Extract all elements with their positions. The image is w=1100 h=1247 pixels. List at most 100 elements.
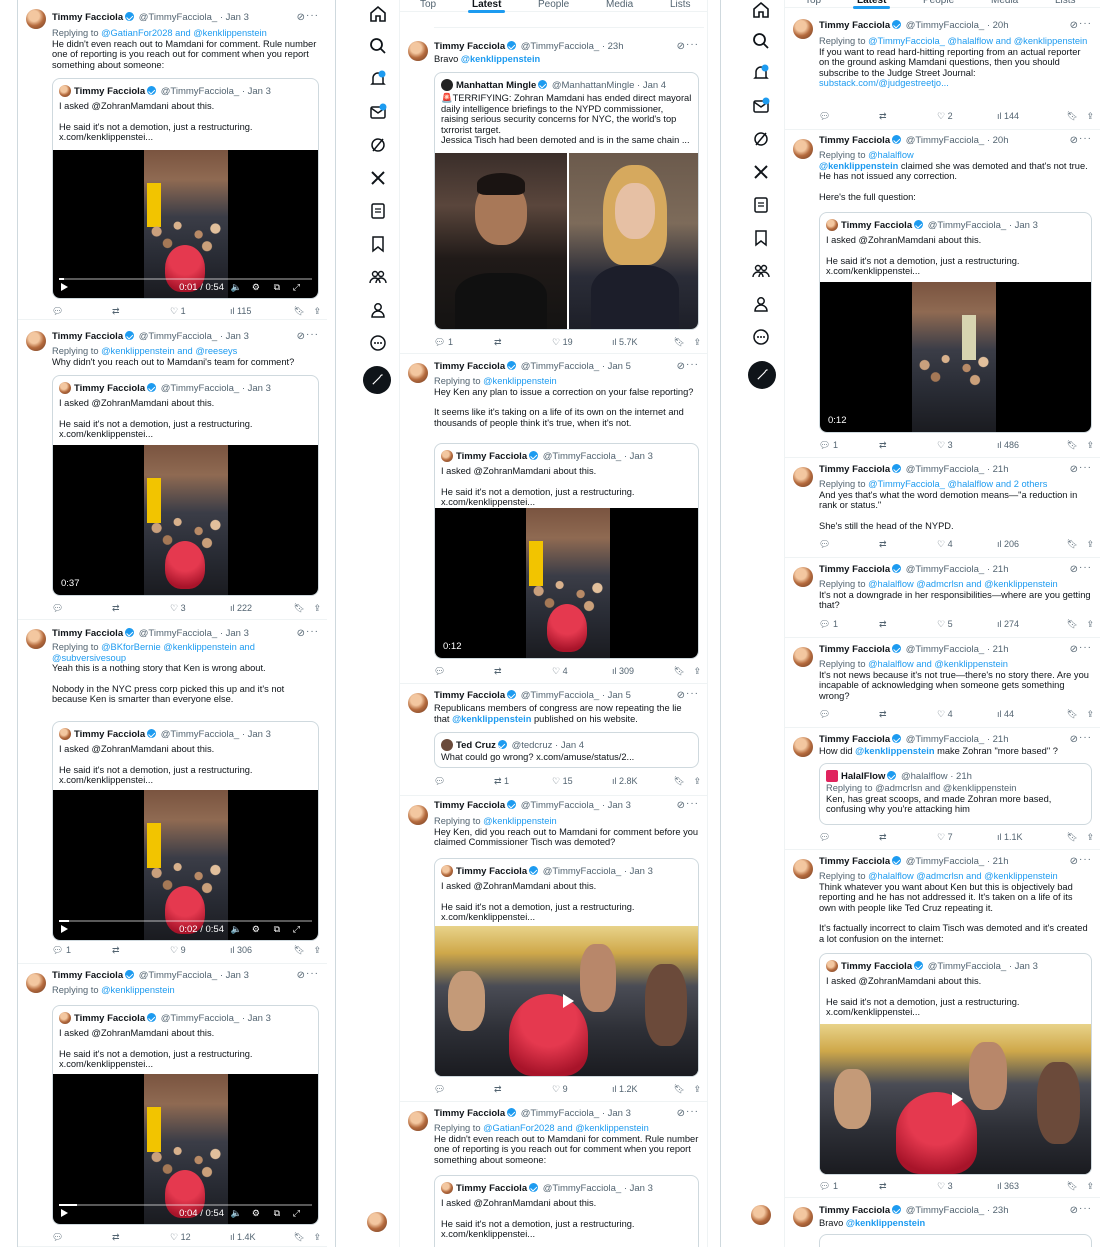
more-icon[interactable]: ··· [306, 626, 319, 637]
views-count[interactable]: ıl 486 [997, 440, 1019, 450]
retweet-icon[interactable]: ⇄ [879, 539, 887, 550]
tweet[interactable]: Timmy Facciola @TimmyFacciola_ · 20h ⊘ ··… [785, 10, 1100, 130]
author-handle[interactable]: @TimmyFacciola_ [139, 970, 217, 981]
author-handle[interactable]: @TimmyFacciola_ [906, 464, 984, 475]
like-button[interactable]: ♡ 3 [937, 1181, 953, 1192]
tab-top[interactable]: Top [420, 0, 436, 10]
tweet[interactable]: Timmy Facciola @TimmyFacciola_ · 21h ⊘ ··… [785, 638, 1100, 728]
author-name[interactable]: Timmy Facciola [434, 800, 505, 811]
author-name[interactable]: Timmy Facciola [434, 1108, 505, 1119]
video-progress[interactable] [59, 278, 312, 280]
share-icon[interactable]: ⇪ [693, 776, 701, 787]
grok-icon[interactable]: ⊘ [297, 628, 305, 639]
mention-link[interactable]: @kenklippenstein [846, 1218, 925, 1228]
more-icon[interactable]: ··· [306, 10, 319, 21]
like-button[interactable]: ♡ 7 [937, 832, 953, 843]
bookmark-icon[interactable]: 🔖︎ [674, 776, 685, 787]
more-icon[interactable]: ··· [1079, 462, 1092, 473]
explore-icon[interactable] [751, 31, 771, 51]
tweet[interactable]: Timmy Facciola @TimmyFacciola_ · 21h ⊘ ··… [785, 458, 1100, 558]
like-button[interactable]: ♡ 4 [937, 539, 953, 550]
views-count[interactable]: ıl 44 [997, 709, 1014, 719]
avatar[interactable] [793, 647, 813, 667]
reply-mentions[interactable]: @kenklippenstein [483, 376, 557, 386]
communities-icon[interactable] [368, 267, 388, 287]
lists-icon[interactable] [368, 201, 388, 221]
views-count[interactable]: ıl 1.1K [997, 832, 1023, 842]
mention-link[interactable]: @kenklippenstein [452, 714, 531, 724]
tweet[interactable]: Timmy Facciola @TimmyFacciola_ · Jan 3 ⊘… [400, 1102, 707, 1247]
author-name[interactable]: Timmy Facciola [819, 564, 890, 575]
play-icon[interactable] [951, 1092, 963, 1106]
quoted-tweet[interactable]: Timmy Facciola @TimmyFacciola_ · Jan 3 I… [52, 78, 319, 299]
tweet-date[interactable]: · 21h [987, 856, 1009, 867]
more-icon[interactable]: ··· [1079, 562, 1092, 573]
bookmark-icon[interactable]: 🔖︎ [294, 306, 305, 317]
reply-button[interactable]: 💬︎ 1 [52, 945, 71, 956]
mention-link[interactable]: @kenklippenstein [819, 161, 898, 171]
author-handle[interactable]: @TimmyFacciola_ [139, 331, 217, 342]
reply-button[interactable]: 💬︎ 1 [819, 1181, 838, 1192]
volume-icon[interactable]: 🔈 [231, 924, 242, 935]
share-icon[interactable]: ⇪ [1086, 440, 1094, 451]
pip-icon[interactable]: ⧉ [274, 924, 280, 935]
substack-link[interactable]: substack.com/@judgestreetjo... [819, 78, 1092, 89]
reply-mentions[interactable]: @halalflow [868, 150, 914, 160]
grok-icon[interactable]: ⊘ [1070, 20, 1078, 31]
quote-link[interactable]: x.com/kenklippenstei... [826, 1007, 1085, 1018]
grok-icon[interactable]: ⊘ [677, 361, 685, 372]
tweet-date[interactable]: · Jan 3 [220, 628, 249, 639]
pip-icon[interactable]: ⧉ [274, 282, 280, 293]
grok-icon[interactable]: ⊘ [1070, 464, 1078, 475]
bookmarks-icon[interactable] [751, 228, 771, 248]
quoted-tweet[interactable]: Timmy Facciola @TimmyFacciola_ · Jan 3 I… [52, 375, 319, 596]
reply-button[interactable]: 💬︎ 1 [819, 440, 838, 451]
mention-link[interactable]: @kenklippenstein [855, 746, 934, 756]
retweet-icon[interactable]: ⇄ [112, 945, 120, 956]
author-handle[interactable]: @TimmyFacciola_ [906, 734, 984, 745]
reply-button[interactable]: 💬︎ 1 [434, 337, 453, 348]
bookmark-icon[interactable]: 🔖︎ [294, 603, 305, 614]
share-icon[interactable]: ⇪ [693, 337, 701, 348]
author-name[interactable]: Timmy Facciola [434, 361, 505, 372]
like-button[interactable]: ♡ 19 [552, 337, 573, 348]
explore-icon[interactable] [368, 36, 388, 56]
share-icon[interactable]: ⇪ [1086, 709, 1094, 720]
fullscreen-icon[interactable]: ⤢ [293, 282, 300, 293]
avatar[interactable] [793, 859, 813, 879]
video-progress[interactable] [59, 920, 312, 922]
retweet-button[interactable]: ⇄ 1 [494, 776, 509, 787]
author-handle[interactable]: @TimmyFacciola_ [521, 690, 599, 701]
tab-media[interactable]: Media [606, 0, 633, 10]
settings-icon[interactable]: ⚙ [252, 282, 260, 293]
like-button[interactable]: ♡ 9 [170, 945, 186, 956]
grok-icon[interactable] [751, 129, 771, 149]
share-icon[interactable]: ⇪ [693, 1084, 701, 1095]
grok-icon[interactable]: ⊘ [297, 331, 305, 342]
tweet-date[interactable]: · 20h [987, 135, 1009, 146]
bookmark-icon[interactable]: 🔖︎ [1067, 1181, 1078, 1192]
share-icon[interactable]: ⇪ [313, 603, 321, 614]
views-count[interactable]: ıl 2.8K [612, 776, 638, 786]
like-button[interactable]: ♡ 12 [170, 1232, 191, 1243]
reply-mentions[interactable]: @TimmyFacciola_ @halalflow and 2 others [868, 479, 1047, 489]
quoted-tweet[interactable]: Manhattan Mingle @ManhattanMingle · Jan … [434, 72, 699, 330]
retweet-icon[interactable]: ⇄ [112, 306, 120, 317]
quote-link[interactable]: x.com/kenklippenstei... [59, 1059, 312, 1070]
reply-icon[interactable]: 💬︎ [434, 776, 445, 787]
grok-icon[interactable]: ⊘ [1070, 734, 1078, 745]
retweet-icon[interactable]: ⇄ [879, 832, 887, 843]
like-button[interactable]: ♡ 4 [937, 709, 953, 720]
reply-icon[interactable]: 💬︎ [52, 603, 63, 614]
tweet-date[interactable]: · 20h [987, 20, 1009, 31]
views-count[interactable]: ıl 144 [997, 111, 1019, 121]
bookmark-icon[interactable]: 🔖︎ [674, 1084, 685, 1095]
notifications-icon[interactable] [751, 63, 771, 83]
grok-icon[interactable]: ⊘ [677, 690, 685, 701]
share-icon[interactable]: ⇪ [1086, 832, 1094, 843]
quote-link[interactable]: x.com/kenklippenstei... [59, 775, 312, 786]
tweet[interactable]: Timmy Facciola @TimmyFacciola_ · Jan 3 ⊘… [18, 964, 327, 1247]
author-name[interactable]: Timmy Facciola [819, 20, 890, 31]
reply-mentions[interactable]: @kenklippenstein [101, 985, 175, 995]
reply-icon[interactable]: 💬︎ [52, 1232, 63, 1243]
